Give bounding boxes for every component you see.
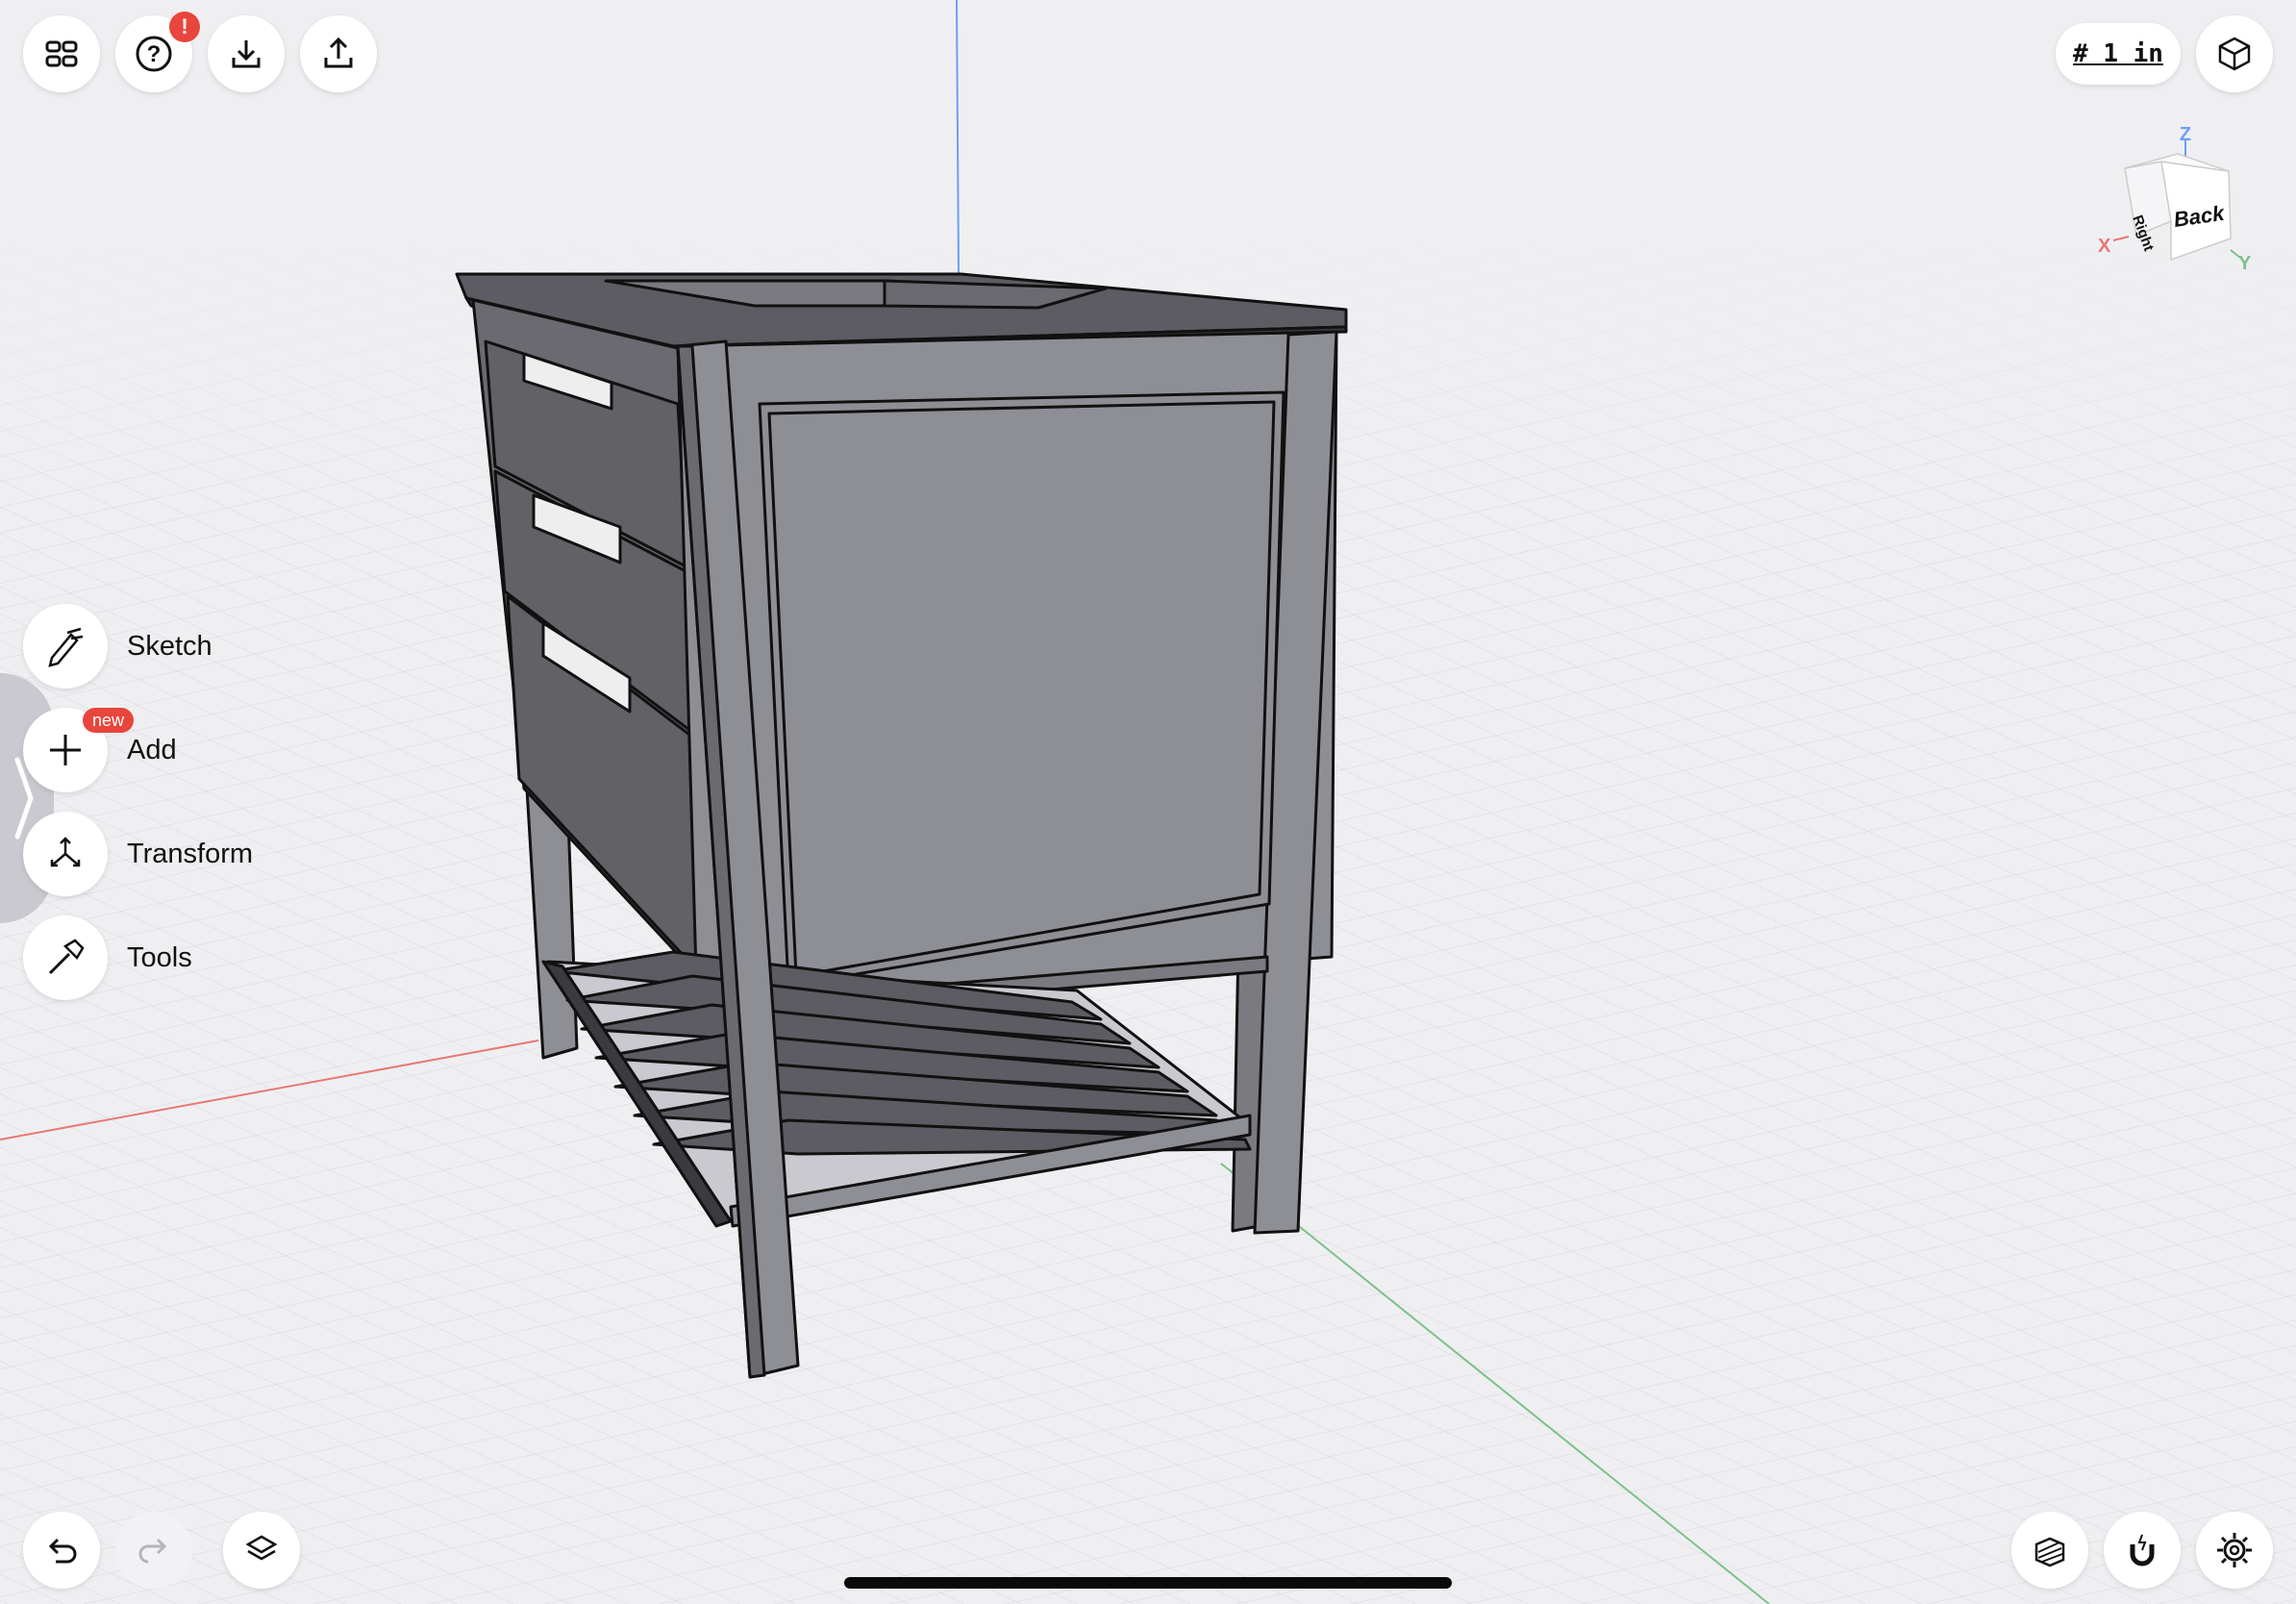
new-badge: new	[83, 708, 135, 733]
import-button[interactable]	[208, 15, 285, 92]
share-icon	[324, 37, 353, 68]
transform-arrows-icon	[50, 837, 81, 867]
materials-button[interactable]	[2011, 1512, 2088, 1589]
axis-z-label: Z	[2180, 125, 2191, 145]
tool-transform-label: Transform	[127, 838, 254, 869]
redo-button[interactable]	[115, 1512, 192, 1589]
layers-icon	[245, 1535, 278, 1561]
gear-icon	[2217, 1533, 2252, 1567]
tool-tools-label: Tools	[127, 941, 192, 973]
view-cube[interactable]: Z X Y Right Back	[2086, 125, 2259, 279]
tool-tools[interactable]: Tools	[23, 915, 192, 1000]
3d-viewport[interactable]	[0, 0, 2296, 1604]
tool-add-label: Add	[127, 734, 177, 765]
redo-icon	[138, 1538, 167, 1564]
magnet-icon	[2130, 1534, 2155, 1566]
download-icon	[232, 40, 261, 68]
help-alert-badge: !	[169, 12, 200, 42]
grid-units-button[interactable]: # 1 in	[2056, 23, 2181, 85]
pencil-icon	[48, 627, 84, 667]
hammer-icon	[48, 939, 85, 975]
grid-menu-button[interactable]	[23, 15, 100, 92]
plus-icon	[50, 735, 81, 765]
svg-text:?: ?	[147, 41, 162, 67]
cube-icon	[2218, 37, 2251, 71]
grid-icon	[45, 40, 78, 67]
view-mode-button[interactable]	[2196, 15, 2273, 92]
undo-icon	[48, 1538, 77, 1564]
axis-x-label: X	[2098, 236, 2111, 257]
tool-sketch-label: Sketch	[127, 630, 212, 662]
tool-sketch[interactable]: Sketch	[23, 604, 212, 689]
snap-button[interactable]	[2104, 1512, 2181, 1589]
z-axis-line	[956, 0, 960, 275]
export-button[interactable]	[300, 15, 377, 92]
layers-button[interactable]	[223, 1512, 300, 1589]
settings-button[interactable]	[2196, 1512, 2273, 1589]
home-indicator	[844, 1577, 1452, 1589]
question-icon: ?	[136, 36, 172, 72]
tool-add[interactable]: new Add	[23, 708, 177, 792]
tool-transform[interactable]: Transform	[23, 812, 253, 896]
axis-y-label: Y	[2238, 253, 2252, 274]
undo-button[interactable]	[23, 1512, 100, 1589]
hatch-box-icon	[2034, 1537, 2065, 1567]
